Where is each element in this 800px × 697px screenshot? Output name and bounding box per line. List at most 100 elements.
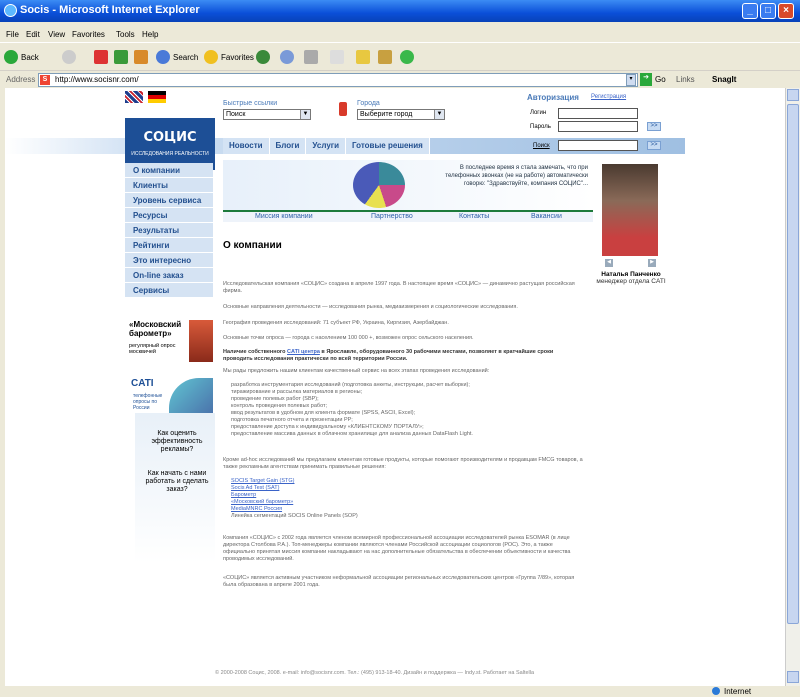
manager-photo bbox=[602, 164, 658, 256]
product-link[interactable]: MediaMNRC Россия bbox=[231, 506, 581, 513]
subnav-mission[interactable]: Миссия компании bbox=[255, 213, 313, 220]
search-input[interactable] bbox=[558, 140, 638, 151]
subnav-vacancies[interactable]: Вакансии bbox=[531, 213, 562, 220]
menu-favorites[interactable]: Favorites bbox=[72, 30, 105, 39]
address-dropdown-icon[interactable]: ▾ bbox=[626, 74, 636, 86]
print-button[interactable] bbox=[330, 49, 344, 65]
home-icon bbox=[134, 50, 148, 64]
close-button[interactable]: × bbox=[778, 3, 794, 19]
next-arrow-icon[interactable]: ▶ bbox=[648, 259, 656, 267]
forward-button[interactable] bbox=[62, 49, 76, 65]
scroll-down-icon[interactable] bbox=[787, 671, 799, 683]
window-title: Socis - Microsoft Internet Explorer bbox=[20, 4, 200, 16]
maximize-button[interactable]: □ bbox=[760, 3, 776, 19]
subnav-contacts[interactable]: Контакты bbox=[459, 213, 489, 220]
left-menu-resources[interactable]: Ресурсы bbox=[125, 208, 213, 223]
stop-button[interactable] bbox=[94, 49, 108, 65]
discuss-button[interactable] bbox=[378, 49, 392, 65]
login-label: Логин bbox=[530, 110, 547, 116]
menu-edit[interactable]: Edit bbox=[26, 30, 40, 39]
english-flag-icon[interactable] bbox=[125, 91, 143, 103]
list-item: Линейка сегментаций SOCIS Online Panels … bbox=[231, 513, 358, 519]
left-menu-service-level[interactable]: Уровень сервиса bbox=[125, 193, 213, 208]
title-bar: Socis - Microsoft Internet Explorer _ □ … bbox=[0, 0, 800, 22]
left-menu-interesting[interactable]: Это интересно bbox=[125, 253, 213, 268]
left-menu-tools[interactable]: Сервисы bbox=[125, 283, 213, 298]
login-input[interactable] bbox=[558, 108, 638, 119]
nav-services[interactable]: Услуги bbox=[306, 138, 347, 154]
para-group: «СОЦИС» является активным участником неф… bbox=[223, 575, 575, 588]
scroll-up-icon[interactable] bbox=[787, 89, 799, 101]
address-input[interactable]: http://www.socisnr.com/ bbox=[38, 73, 638, 87]
menu-file[interactable]: File bbox=[6, 30, 19, 39]
mail-button[interactable] bbox=[304, 49, 318, 65]
subnav-partnership[interactable]: Партнерство bbox=[371, 213, 413, 220]
nav-news[interactable]: Новости bbox=[223, 138, 270, 154]
snagit-button[interactable]: SnagIt bbox=[712, 75, 736, 84]
minimize-button[interactable]: _ bbox=[742, 3, 758, 19]
left-menu-about[interactable]: О компании bbox=[125, 163, 213, 178]
chevron-down-icon: ▼ bbox=[300, 110, 310, 119]
prev-arrow-icon[interactable]: ◀ bbox=[605, 259, 613, 267]
promo-cati-sub: телефонные опросы по России bbox=[133, 393, 163, 411]
password-label: Пароль bbox=[530, 124, 551, 130]
product-link[interactable]: «Московский барометр» bbox=[231, 499, 581, 506]
media-button[interactable] bbox=[256, 49, 270, 65]
go-arrow-icon[interactable]: ➔ bbox=[640, 73, 652, 86]
vertical-scrollbar[interactable] bbox=[785, 88, 800, 686]
scroll-thumb[interactable] bbox=[787, 104, 799, 624]
left-menu-online-order[interactable]: On-line заказ bbox=[125, 268, 213, 283]
promo-cati[interactable]: CATI bbox=[131, 378, 154, 389]
globe-icon bbox=[712, 687, 720, 695]
messenger-button[interactable] bbox=[400, 49, 414, 65]
favorites-button[interactable]: Favorites bbox=[204, 49, 254, 65]
menu-help[interactable]: Help bbox=[142, 30, 158, 39]
sub-nav: Миссия компании Партнерство Контакты Вак… bbox=[223, 210, 593, 222]
search-button[interactable]: Search bbox=[156, 49, 198, 65]
list-item: контроль проведения полевых работ; bbox=[231, 403, 328, 409]
refresh-button[interactable] bbox=[114, 49, 128, 65]
edit-button[interactable] bbox=[356, 49, 370, 65]
top-nav: Новости Блоги Услуги Готовые решения bbox=[223, 138, 430, 154]
register-link[interactable]: Регистрация bbox=[591, 94, 626, 100]
login-submit-button[interactable]: >> bbox=[647, 122, 661, 131]
links-button[interactable]: Links bbox=[676, 75, 695, 84]
history-button[interactable] bbox=[280, 49, 294, 65]
nav-solutions[interactable]: Готовые решения bbox=[346, 138, 430, 154]
nav-blogs[interactable]: Блоги bbox=[269, 138, 307, 154]
product-link[interactable]: Баромeтр bbox=[231, 492, 581, 499]
discuss-icon bbox=[378, 50, 392, 64]
page-footer: © 2000-2008 Социс, 2008. e-mail: info@so… bbox=[215, 670, 535, 676]
print-icon bbox=[330, 50, 344, 64]
password-input[interactable] bbox=[558, 121, 638, 132]
menu-tools[interactable]: Tools bbox=[116, 30, 135, 39]
city-select[interactable]: Выберите город ▼ bbox=[357, 109, 445, 120]
ie-icon bbox=[4, 4, 17, 17]
left-menu-ratings[interactable]: Рейтинги bbox=[125, 238, 213, 253]
left-menu-results[interactable]: Результаты bbox=[125, 223, 213, 238]
go-button[interactable]: Go bbox=[655, 75, 666, 84]
menu-view[interactable]: View bbox=[48, 30, 65, 39]
left-menu-clients[interactable]: Клиенты bbox=[125, 178, 213, 193]
promo-q2[interactable]: Как начать с нами работать и сделать зак… bbox=[145, 470, 209, 494]
promo-q1[interactable]: Как оценить эффективность рекламы? bbox=[145, 430, 209, 454]
promo-barometer-title[interactable]: «Московский барометр» bbox=[129, 320, 193, 338]
product-link[interactable]: SOCIS Target Gain (STG) bbox=[231, 478, 581, 485]
para-products: Кроме ad-hoc исследований мы предлагаем … bbox=[223, 457, 583, 470]
home-button[interactable] bbox=[134, 49, 148, 65]
list-item: предоставление массива данных в облачном… bbox=[231, 431, 473, 437]
address-bar: Address http://www.socisnr.com/ S ▾ ➔ Go… bbox=[0, 70, 800, 88]
para-intro: Исследовательская компания «СОЦИС» созда… bbox=[223, 281, 575, 294]
back-button[interactable]: Back bbox=[4, 49, 39, 65]
menu-bar: File Edit View Favorites Tools Help bbox=[0, 22, 800, 42]
back-arrow-icon bbox=[4, 50, 18, 64]
list-item: разработка инструментария исследований (… bbox=[231, 382, 470, 388]
list-item: тиражирование и рассылка материалов в ре… bbox=[231, 389, 363, 395]
german-flag-icon[interactable] bbox=[148, 91, 166, 103]
quick-links-select[interactable]: Поиск ▼ bbox=[223, 109, 311, 120]
promo-barometer-sub: регулярный опрос москвичей bbox=[129, 343, 176, 355]
address-label: Address bbox=[6, 75, 36, 84]
cati-center-link[interactable]: CATI центра bbox=[287, 349, 320, 355]
product-link[interactable]: Socis Ad Test (SAT) bbox=[231, 485, 581, 492]
search-submit-button[interactable]: >> bbox=[647, 141, 661, 150]
